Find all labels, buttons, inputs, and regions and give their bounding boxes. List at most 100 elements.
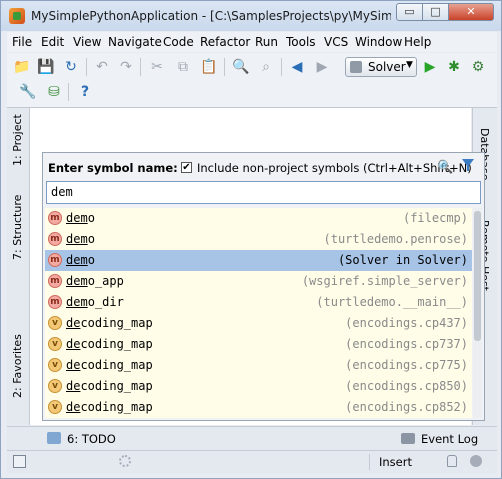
menu-code[interactable]: Code bbox=[163, 35, 194, 49]
result-row[interactable]: m demo (filecmp) bbox=[45, 208, 472, 229]
result-row[interactable]: v decoding_map (encodings.cp437) bbox=[45, 313, 472, 334]
menu-vcs[interactable]: VCS bbox=[324, 35, 348, 49]
result-row[interactable]: v decoding_map (encodings.cp737) bbox=[45, 334, 472, 355]
goto-symbol-popup: Enter symbol name: ✔ Include non-project… bbox=[42, 152, 485, 421]
minimize-button[interactable]: ▭ bbox=[396, 3, 423, 21]
method-icon: m bbox=[48, 253, 62, 267]
result-name: decoding_map bbox=[66, 316, 153, 330]
filter-icon[interactable] bbox=[462, 159, 474, 171]
maximize-button[interactable]: □ bbox=[422, 3, 449, 21]
forward-arrow-icon[interactable]: ▶ bbox=[313, 58, 331, 76]
chevron-down-icon: ▼ bbox=[406, 60, 413, 70]
variable-icon: v bbox=[48, 316, 62, 330]
result-row[interactable]: v decoding_map (encodings.cp852) bbox=[45, 397, 472, 418]
event-log-icon bbox=[401, 433, 415, 444]
background-tasks-icon[interactable] bbox=[119, 455, 131, 467]
menu-tools[interactable]: Tools bbox=[286, 35, 316, 49]
tab-event-log[interactable]: Event Log bbox=[421, 432, 478, 446]
result-name-rest: o_app bbox=[87, 274, 124, 288]
scrollbar-thumb[interactable] bbox=[474, 211, 481, 341]
python-config-icon bbox=[350, 61, 362, 73]
inspector-icon[interactable] bbox=[470, 455, 482, 467]
menu-help[interactable]: Help bbox=[404, 35, 431, 49]
tab-structure[interactable]: 7: Structure bbox=[11, 195, 24, 260]
include-non-project-checkbox[interactable]: ✔ bbox=[181, 162, 192, 173]
symbol-name-label: Enter symbol name: bbox=[48, 161, 178, 175]
copy-icon[interactable]: ⧉ bbox=[174, 58, 192, 76]
result-name-rest: coding_map bbox=[80, 337, 153, 351]
window-title: MySimplePythonApplication - [C:\SamplesP… bbox=[31, 9, 391, 23]
settings-wrench-icon[interactable]: 🔧 bbox=[19, 83, 37, 101]
result-name: decoding_map bbox=[66, 337, 153, 351]
todo-icon bbox=[47, 432, 61, 444]
title-bar[interactable]: MySimplePythonApplication - [C:\SamplesP… bbox=[1, 1, 501, 31]
menu-file[interactable]: File bbox=[12, 35, 32, 49]
result-location: (filecmp) bbox=[402, 211, 468, 225]
menu-edit[interactable]: Edit bbox=[41, 35, 64, 49]
run-icon[interactable]: ▶ bbox=[421, 58, 439, 76]
result-name-match: dem bbox=[66, 253, 88, 267]
redo-icon[interactable]: ↷ bbox=[117, 58, 135, 76]
result-name-rest: coding_map bbox=[80, 358, 153, 372]
close-button[interactable]: ✕ bbox=[448, 3, 494, 21]
save-icon[interactable]: 💾 bbox=[37, 58, 55, 76]
result-row[interactable]: v decoding_map (encodings.cp775) bbox=[45, 355, 472, 376]
result-row[interactable]: m demo (turtledemo.penrose) bbox=[45, 229, 472, 250]
undo-icon[interactable]: ↶ bbox=[93, 58, 111, 76]
result-name-match: de bbox=[66, 400, 81, 414]
method-icon: m bbox=[48, 232, 62, 246]
result-location: (encodings.cp775) bbox=[345, 358, 468, 372]
result-location: (Solver in Solver) bbox=[337, 253, 468, 267]
find-icon[interactable]: 🔍 bbox=[232, 58, 250, 76]
result-name-match: dem bbox=[66, 211, 88, 225]
insert-mode-indicator[interactable]: Insert bbox=[379, 455, 412, 469]
project-structure-icon[interactable]: ⛁ bbox=[45, 83, 63, 101]
tab-favorites[interactable]: 2: Favorites bbox=[11, 334, 24, 398]
help-icon[interactable]: ? bbox=[76, 83, 94, 101]
result-name: decoding_map bbox=[66, 358, 153, 372]
menu-run[interactable]: Run bbox=[255, 35, 278, 49]
result-location: (encodings.cp437) bbox=[345, 316, 468, 330]
result-name: decoding_map bbox=[66, 379, 153, 393]
result-row[interactable]: m demo_dir (turtledemo.__main__) bbox=[45, 292, 472, 313]
lock-icon[interactable] bbox=[447, 455, 457, 467]
variable-icon: v bbox=[48, 358, 62, 372]
result-name-rest: o bbox=[87, 253, 95, 267]
method-icon: m bbox=[48, 274, 62, 288]
sync-icon[interactable]: ↻ bbox=[62, 58, 80, 76]
result-name: demo_dir bbox=[66, 295, 124, 309]
result-name-match: dem bbox=[66, 295, 88, 309]
result-row-selected[interactable]: m demo (Solver in Solver) bbox=[45, 250, 472, 271]
run-configuration-label: Solver bbox=[368, 60, 406, 74]
cut-icon[interactable]: ✂ bbox=[148, 58, 166, 76]
menu-refactor[interactable]: Refactor bbox=[200, 35, 250, 49]
replace-icon[interactable]: ⌕ bbox=[257, 58, 275, 76]
menu-view[interactable]: View bbox=[73, 35, 101, 49]
menu-window[interactable]: Window bbox=[355, 35, 402, 49]
result-name: demo_app bbox=[66, 274, 124, 288]
pycharm-app-icon bbox=[9, 8, 25, 24]
result-row[interactable]: m demo_app (wsgiref.simple_server) bbox=[45, 271, 472, 292]
run-configuration-select[interactable]: Solver ▼ bbox=[345, 57, 417, 77]
result-list-scrollbar[interactable] bbox=[473, 208, 482, 418]
tab-todo[interactable]: 6: TODO bbox=[67, 432, 116, 446]
coverage-icon[interactable]: ⚙ bbox=[469, 58, 487, 76]
back-arrow-icon[interactable]: ◀ bbox=[288, 58, 306, 76]
debug-icon[interactable]: ✱ bbox=[445, 58, 463, 76]
open-folder-icon[interactable]: 📁 bbox=[13, 58, 31, 76]
tool-window-toggle-icon[interactable] bbox=[13, 455, 26, 468]
search-icon[interactable]: 🔍 bbox=[437, 160, 453, 175]
result-row[interactable]: v decoding_map (encodings.cp850) bbox=[45, 376, 472, 397]
result-name: decoding_map bbox=[66, 400, 153, 414]
result-location: (encodings.cp737) bbox=[345, 337, 468, 351]
status-separator bbox=[369, 454, 370, 470]
paste-icon[interactable]: 📋 bbox=[200, 58, 218, 76]
tab-project[interactable]: 1: Project bbox=[11, 114, 24, 166]
result-name-rest: coding_map bbox=[80, 400, 153, 414]
symbol-search-input[interactable]: dem bbox=[46, 181, 481, 204]
toolbar-separator bbox=[224, 58, 225, 76]
include-non-project-label[interactable]: Include non-project symbols (Ctrl+Alt+Sh… bbox=[197, 161, 472, 175]
result-name-match: dem bbox=[66, 274, 88, 288]
result-location: (wsgiref.simple_server) bbox=[301, 274, 468, 288]
menu-navigate[interactable]: Navigate bbox=[108, 35, 162, 49]
